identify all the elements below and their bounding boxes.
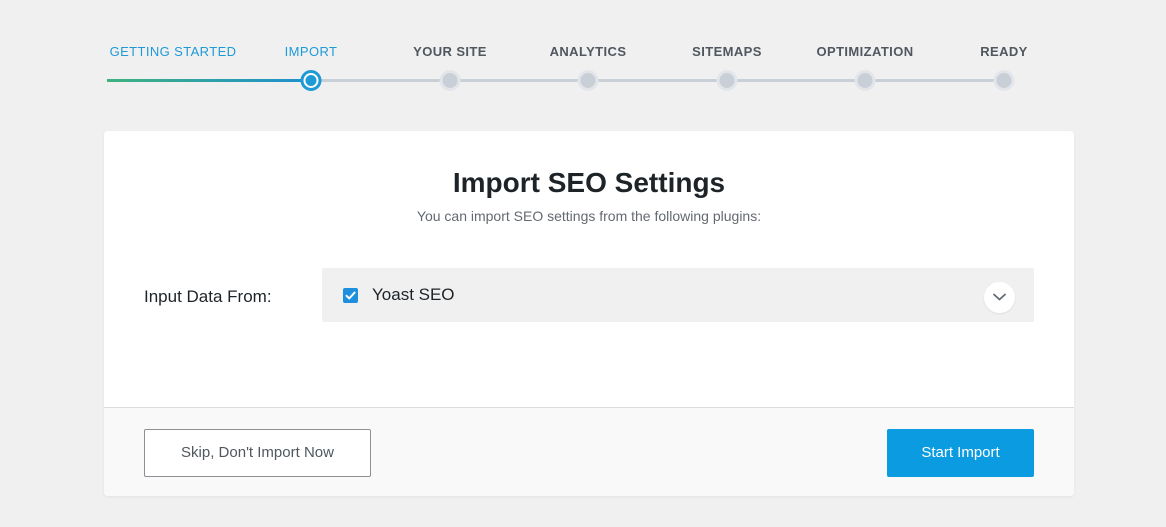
progress-track-remaining [311,79,1004,82]
step-sitemaps-label: SITEMAPS [692,44,762,59]
checkmark-icon [345,291,356,300]
selected-plugin-label: Yoast SEO [372,285,455,304]
page-title: Import SEO Settings [452,167,726,198]
skip-import-button[interactable]: Skip, Don't Import Now [144,429,371,477]
setup-wizard-stepper: GETTING STARTED IMPORT YOUR SITE ANALYTI… [0,0,1166,110]
progress-track-completed [107,79,311,82]
dropdown-toggle-button[interactable] [984,282,1015,313]
step-ready-label: READY [980,44,1028,59]
step-analytics-label: ANALYTICS [549,44,627,59]
page-subtitle: You can import SEO settings from the fol… [416,208,762,224]
step-your-site-node [439,70,461,91]
yoast-seo-checkbox[interactable] [343,288,358,303]
import-settings-card: Import SEO Settings You can import SEO s… [104,131,1074,496]
step-analytics-node [577,70,599,91]
input-data-from-label: Input Data From: [144,287,272,306]
step-optimization-label: OPTIMIZATION [816,44,914,59]
card-footer: Skip, Don't Import Now Start Import [104,407,1074,496]
plugin-select[interactable]: Yoast SEO [322,268,1034,322]
step-optimization-node [854,70,876,91]
start-import-button[interactable]: Start Import [887,429,1034,477]
step-getting-started-label[interactable]: GETTING STARTED [110,44,237,59]
step-sitemaps-node [716,70,738,91]
step-your-site-label: YOUR SITE [413,44,487,59]
chevron-down-icon [993,293,1006,301]
step-import-node [300,70,322,91]
step-ready-node [993,70,1015,91]
step-import-label: IMPORT [284,44,338,59]
